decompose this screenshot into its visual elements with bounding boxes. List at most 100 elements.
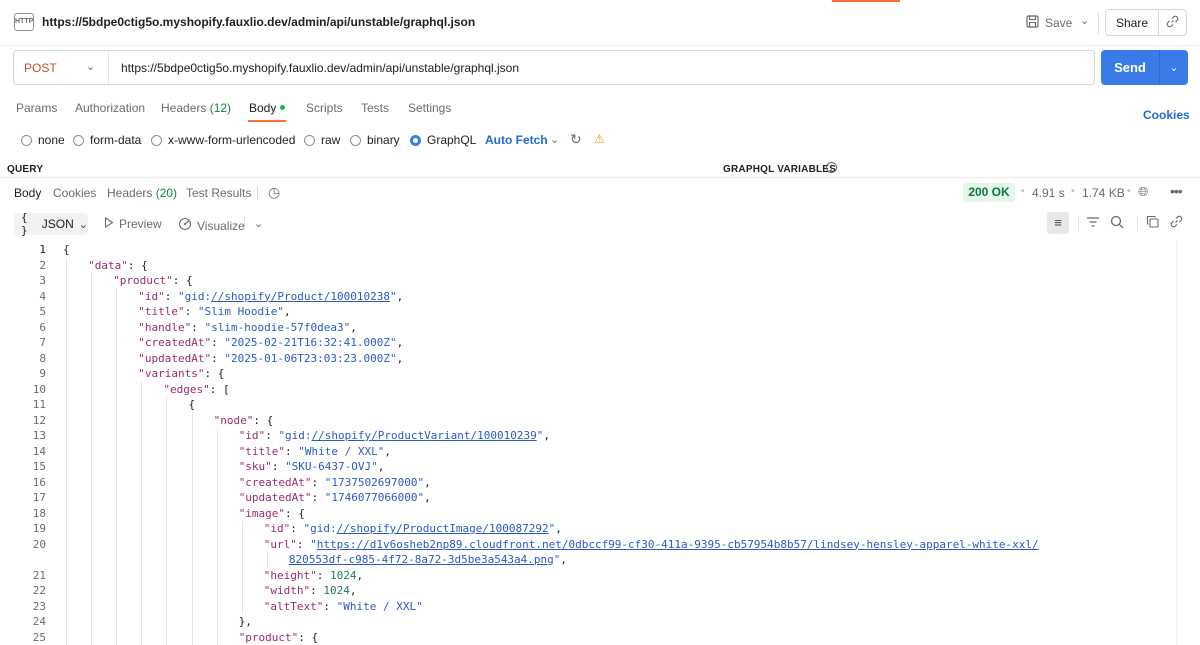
line-number: 22 bbox=[32, 584, 46, 597]
line-number: 21 bbox=[32, 568, 46, 582]
divider bbox=[108, 51, 109, 84]
divider bbox=[0, 177, 1200, 178]
code-line: 4 "id": "gid://shopify/Product/100010238"… bbox=[0, 289, 1170, 305]
code-text: "image": { bbox=[238, 506, 305, 520]
code-text: "handle": "slim-hoodie-57f0dea3", bbox=[138, 320, 357, 334]
method-chevron-down-icon[interactable]: ⌄ bbox=[86, 60, 95, 73]
radio-circle bbox=[21, 134, 32, 146]
warning-icon[interactable]: ⚠ bbox=[594, 132, 605, 146]
line-number: 15 bbox=[32, 460, 46, 473]
auto-fetch-button[interactable]: Auto Fetch bbox=[485, 133, 548, 147]
method-select[interactable]: POST bbox=[24, 61, 57, 75]
more-options-icon[interactable]: ••• bbox=[1170, 183, 1183, 199]
indent-guide bbox=[266, 552, 268, 568]
code-line: 16 "createdAt": "1737502697000", bbox=[0, 475, 1170, 491]
line-number: 5 bbox=[39, 305, 46, 318]
code-line: 5 "title": "Slim Hoodie", bbox=[0, 304, 1170, 320]
code-line: 14 "title": "White / XXL", bbox=[0, 444, 1170, 460]
line-number: 18 bbox=[32, 506, 46, 520]
response-tab-body[interactable]: Body bbox=[14, 186, 41, 200]
code-text: "sku": "SKU-6437-OVJ", bbox=[238, 460, 385, 473]
http-request-icon: HTTP bbox=[14, 13, 34, 31]
code-line: 3 "product": { bbox=[0, 273, 1170, 289]
radio-raw[interactable]: raw bbox=[304, 133, 340, 147]
wrap-lines-icon[interactable]: ≡ bbox=[1047, 212, 1069, 234]
preview-button[interactable]: Preview bbox=[104, 216, 162, 231]
radio-circle bbox=[350, 134, 361, 146]
braces-icon: { } bbox=[21, 211, 28, 237]
url-input[interactable]: https://5bdpe0ctig5o.myshopify.fauxlio.d… bbox=[121, 61, 519, 75]
query-section-header: QUERY bbox=[7, 164, 44, 175]
scrollbar[interactable] bbox=[1176, 241, 1188, 645]
save-button[interactable]: Save bbox=[1026, 12, 1072, 34]
info-icon[interactable]: i bbox=[826, 162, 837, 173]
code-line: 24}, bbox=[0, 614, 1170, 630]
code-line: 25 "product": { bbox=[0, 630, 1170, 645]
radio-form-data[interactable]: form-data bbox=[73, 133, 141, 147]
code-text: { bbox=[188, 398, 196, 411]
radio-none[interactable]: none bbox=[21, 133, 65, 147]
divider bbox=[1098, 12, 1099, 34]
send-button[interactable]: Send ⌄ bbox=[1101, 50, 1188, 85]
indent-guide bbox=[141, 381, 143, 645]
code-text: }, bbox=[238, 615, 252, 628]
share-label: Share bbox=[1115, 15, 1149, 30]
visualize-button[interactable]: Visualize bbox=[178, 217, 245, 234]
filter-icon[interactable] bbox=[1086, 215, 1100, 231]
code-line: 21 "height": 1024, bbox=[0, 568, 1170, 584]
response-body-viewer[interactable]: 1{2 "data": {3 "product": {4 "id": "gid://s… bbox=[0, 241, 1176, 645]
tab-scripts[interactable]: Scripts bbox=[306, 101, 343, 115]
code-text: "edges": [ bbox=[163, 382, 230, 396]
line-number: 23 bbox=[32, 599, 46, 613]
share-button[interactable]: Share bbox=[1105, 9, 1187, 36]
tab-settings[interactable]: Settings bbox=[408, 101, 451, 115]
response-time[interactable]: 4.91 s bbox=[1032, 186, 1065, 200]
code-line: 11 { bbox=[0, 397, 1170, 413]
chevron-down-icon: ⌄ bbox=[78, 218, 88, 231]
code-text: "id": "gid://shopify/ProductVariant/1000… bbox=[238, 429, 550, 442]
visualize-label: Visualize bbox=[197, 218, 245, 233]
link-icon[interactable] bbox=[1170, 215, 1183, 231]
history-icon[interactable]: ◷ bbox=[268, 184, 280, 201]
indent-guide bbox=[91, 273, 93, 645]
request-title[interactable]: https://5bdpe0ctig5o.myshopify.fauxlio.d… bbox=[42, 15, 475, 29]
visualize-chevron-down-icon[interactable]: ⌄ bbox=[254, 217, 263, 230]
line-number: 24 bbox=[32, 615, 46, 628]
refresh-icon[interactable]: ↻ bbox=[570, 131, 582, 148]
send-options-chevron-down-icon[interactable]: ⌄ bbox=[1160, 61, 1188, 74]
line-number: 12 bbox=[32, 413, 46, 427]
tab-tests[interactable]: Tests bbox=[361, 101, 389, 115]
tab-params[interactable]: Params bbox=[16, 101, 57, 115]
radio-x-www-form-urlencoded[interactable]: x-www-form-urlencoded bbox=[151, 133, 295, 147]
response-tab-headers[interactable]: Headers (20) bbox=[107, 186, 177, 200]
radio-graphql[interactable]: GraphQL bbox=[410, 133, 476, 147]
line-number: 25 bbox=[32, 630, 46, 644]
code-line: 18 "image": { bbox=[0, 506, 1170, 522]
copy-link-icon[interactable] bbox=[1159, 15, 1186, 31]
code-line: 13 "id": "gid://shopify/ProductVariant/10… bbox=[0, 428, 1170, 444]
save-icon bbox=[1026, 15, 1039, 31]
radio-binary[interactable]: binary bbox=[350, 133, 400, 147]
search-icon[interactable] bbox=[1110, 215, 1124, 232]
visualize-icon bbox=[178, 217, 192, 234]
cookies-link[interactable]: Cookies bbox=[1143, 108, 1190, 122]
response-tab-test-results[interactable]: Test Results bbox=[186, 186, 251, 200]
auto-fetch-chevron-down-icon[interactable]: ⌄ bbox=[550, 133, 559, 146]
tab-body[interactable]: Body bbox=[249, 101, 276, 115]
play-icon bbox=[104, 216, 114, 231]
copy-icon[interactable] bbox=[1146, 215, 1159, 231]
tab-authorization[interactable]: Authorization bbox=[75, 101, 145, 115]
response-size[interactable]: 1.74 KB bbox=[1082, 186, 1125, 200]
network-globe-icon[interactable]: 🌐︎ bbox=[1138, 184, 1148, 200]
radio-circle bbox=[73, 134, 84, 146]
code-text: "createdAt": "2025-02-21T16:32:41.000Z", bbox=[138, 336, 404, 349]
response-tab-cookies[interactable]: Cookies bbox=[53, 186, 96, 200]
code-text: "altText": "White / XXL" bbox=[263, 599, 423, 613]
code-line: 12 "node": { bbox=[0, 413, 1170, 429]
tab-headers[interactable]: Headers (12) bbox=[161, 101, 231, 115]
save-options-chevron-down-icon[interactable]: ⌄ bbox=[1080, 14, 1089, 27]
response-format-select[interactable]: { } JSON ⌄ bbox=[14, 211, 88, 237]
status-badge[interactable]: 200 OK bbox=[963, 183, 1015, 202]
code-line: 6 "handle": "slim-hoodie-57f0dea3", bbox=[0, 320, 1170, 336]
line-number: 16 bbox=[32, 475, 46, 489]
